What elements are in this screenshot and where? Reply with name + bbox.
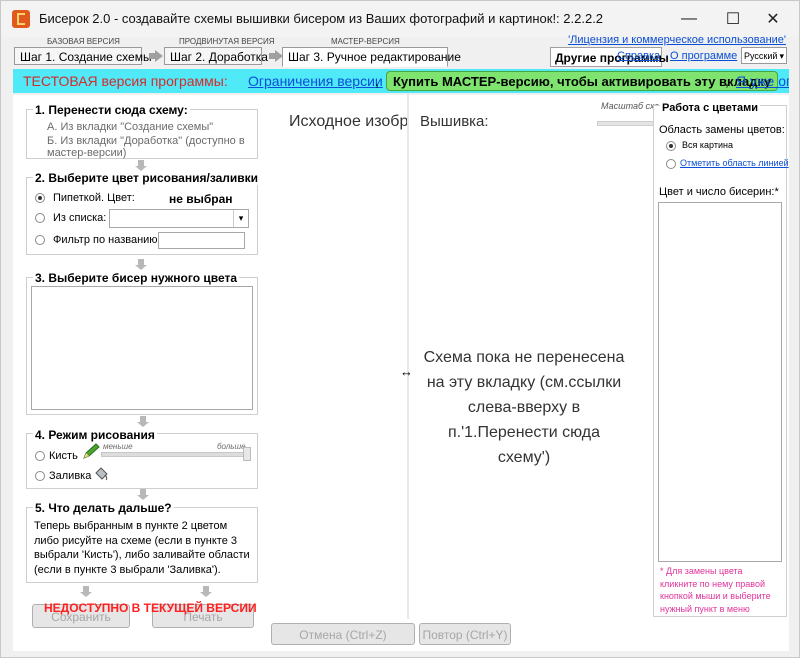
window-title: Бисерок 2.0 - создавайте схемы вышивки б…	[39, 11, 604, 26]
pipette-label: Пипеткой. Цвет:	[53, 192, 135, 204]
note-line: кликните по нему правой	[660, 578, 766, 589]
already-bought-link[interactable]: Я уже оп	[736, 73, 789, 89]
flow-arrow-icon	[135, 160, 147, 171]
next-steps-line: выбрали 'Кисть'), либо заливайте области	[34, 549, 250, 561]
message-line: Схема пока не перенесена	[423, 349, 625, 366]
scale-slider[interactable]	[597, 121, 657, 126]
paint-bucket-icon	[95, 467, 108, 481]
message-line: схему')	[497, 449, 551, 466]
filter-input[interactable]	[158, 232, 245, 249]
color-count-list[interactable]	[658, 202, 782, 562]
splitter-bar[interactable]	[407, 93, 409, 619]
fill-radio[interactable]	[35, 471, 45, 481]
color-value: не выбран	[169, 192, 233, 206]
resize-arrows-icon[interactable]: ↔	[400, 364, 413, 379]
help-link[interactable]: Справка	[615, 47, 662, 65]
unavailable-label: НЕДОСТУПНО В ТЕКУЩЕЙ ВЕРСИИ	[44, 601, 257, 615]
color-list-select[interactable]: ▾	[109, 209, 249, 228]
section-title: 2. Выберите цвет рисования/заливки	[33, 171, 261, 185]
comma-separator: ,	[375, 73, 379, 89]
brush-label: Кисть	[49, 450, 78, 462]
next-steps-line: (если в пункте 3 выбрали 'Заливка').	[34, 563, 221, 576]
limits-link[interactable]: Ограничения версии	[248, 73, 383, 89]
pencil-icon	[83, 443, 100, 459]
fill-label: Заливка	[49, 470, 92, 482]
step-arrow-icon	[149, 50, 163, 62]
app-logo-icon	[12, 10, 30, 28]
from-create-tab-link[interactable]: А. Из вкладки "Создание схемы"	[47, 121, 213, 133]
section-title: 1. Перенести сюда схему:	[33, 103, 190, 117]
size-bigger-label: больше	[217, 442, 246, 451]
buy-master-button[interactable]: Купить МАСТЕР-версию, чтобы активировать…	[386, 71, 779, 91]
section-title: 4. Режим рисования	[33, 428, 157, 442]
from-list-label: Из списка:	[53, 212, 107, 224]
filter-label: Фильтр по названию:	[53, 234, 161, 246]
note-line: нужный пункт в меню	[660, 603, 750, 614]
brush-size-slider[interactable]	[101, 452, 247, 457]
flow-arrow-icon	[80, 586, 92, 597]
note-line: кнопкой мыши и выберите	[660, 591, 771, 601]
comma-separator: ,	[725, 73, 729, 89]
section-title: 5. Что делать дальше?	[33, 501, 174, 515]
from-refine-tab-link[interactable]: Б. Из вкладки "Доработка" (доступно в	[47, 135, 245, 147]
mark-area-radio[interactable]	[666, 159, 676, 169]
empty-scheme-message: Схема пока не перенесена на эту вкладку …	[413, 345, 635, 470]
about-link[interactable]: О программе	[668, 47, 739, 65]
whole-picture-radio[interactable]	[666, 141, 676, 151]
next-steps-text: Теперь выбранным в пункте 2 цветом либо …	[34, 519, 250, 577]
from-list-radio[interactable]	[35, 213, 45, 223]
from-refine-tab-note: мастер-версии)	[47, 147, 127, 159]
next-steps-line: либо рисуйте на схеме (если в пункте 3	[34, 534, 237, 547]
pipette-radio[interactable]	[35, 193, 45, 203]
original-image-label: Исходное изобр	[289, 113, 409, 130]
message-line: на эту вкладку (см.ссылки	[426, 374, 622, 391]
chevron-down-icon[interactable]: ▾	[233, 210, 248, 227]
message-line: п.'1.Перенести сюда	[447, 424, 601, 441]
undo-button[interactable]: Отмена (Ctrl+Z)	[271, 623, 415, 645]
tab-step1[interactable]: Шаг 1. Создание схемы	[14, 47, 152, 65]
brush-size-handle[interactable]	[243, 447, 251, 461]
flow-arrow-icon	[135, 259, 147, 270]
title-bar: Бисерок 2.0 - создавайте схемы вышивки б…	[1, 1, 799, 37]
license-link[interactable]: 'Лицензия и коммерческое использование'	[568, 34, 786, 46]
size-smaller-label: меньше	[103, 442, 133, 451]
test-version-label: ТЕСТОВАЯ версия программы:	[23, 73, 228, 89]
replace-color-note: * Для замены цвета кликните по нему прав…	[660, 565, 771, 615]
next-steps-line: Теперь выбранным в пункте 2 цветом	[34, 520, 228, 532]
flow-arrow-icon	[200, 586, 212, 597]
section-title: 3. Выберите бисер нужного цвета	[33, 271, 240, 285]
whole-picture-label: Вся картина	[682, 140, 733, 150]
flow-arrow-icon	[137, 489, 149, 500]
redo-button[interactable]: Повтор (Ctrl+Y)	[419, 623, 511, 645]
colors-panel: Работа с цветами Область замены цветов: …	[653, 102, 789, 617]
brush-radio[interactable]	[35, 451, 45, 461]
minimize-button[interactable]: —	[669, 5, 709, 33]
mark-area-link[interactable]: Отметить область линией	[680, 158, 789, 168]
replace-area-label: Область замены цветов:	[659, 124, 785, 136]
bead-count-label: Цвет и число бисерин:*	[659, 186, 779, 198]
note-line: * Для замены цвета	[660, 566, 743, 576]
tab-step3[interactable]: Шаг 3. Ручное редактирование	[282, 47, 461, 67]
filter-radio[interactable]	[35, 235, 45, 245]
bead-list[interactable]	[31, 286, 253, 410]
flow-arrow-icon	[137, 416, 149, 427]
step1-caption: БАЗОВАЯ ВЕРСИЯ	[47, 37, 120, 46]
colors-panel-title: Работа с цветами	[660, 102, 761, 114]
maximize-button[interactable]: ☐	[713, 5, 753, 33]
tab-step2[interactable]: Шаг 2. Доработка	[164, 47, 268, 65]
close-button[interactable]: ✕	[753, 5, 793, 33]
language-select[interactable]: Русский	[741, 47, 787, 64]
embroidery-label: Вышивка:	[420, 113, 489, 130]
step3-caption: МАСТЕР-ВЕРСИЯ	[331, 37, 400, 46]
message-line: слева-вверху в	[467, 399, 581, 416]
step2-caption: ПРОДВИНУТАЯ ВЕРСИЯ	[179, 37, 275, 46]
app-window: Бисерок 2.0 - создавайте схемы вышивки б…	[0, 0, 800, 658]
test-version-bar: ТЕСТОВАЯ версия программы: Ограничения в…	[13, 69, 789, 93]
section-transfer-scheme: 1. Перенести сюда схему: А. Из вкладки "…	[26, 103, 258, 159]
